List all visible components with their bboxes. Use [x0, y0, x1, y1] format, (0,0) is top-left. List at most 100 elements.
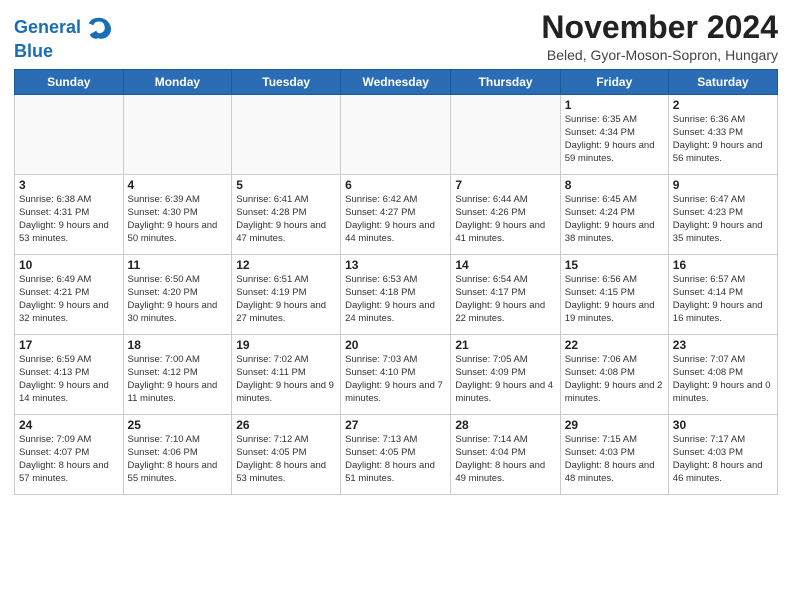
day-number: 22 — [565, 338, 664, 352]
calendar-cell: 15 Sunrise: 6:56 AMSunset: 4:15 PMDayligh… — [560, 255, 668, 335]
day-number: 14 — [455, 258, 555, 272]
day-number: 15 — [565, 258, 664, 272]
col-sunday: Sunday — [15, 70, 124, 95]
day-number: 6 — [345, 178, 446, 192]
col-thursday: Thursday — [451, 70, 560, 95]
calendar-week-2: 10 Sunrise: 6:49 AMSunset: 4:21 PMDayligh… — [15, 255, 778, 335]
calendar-cell: 9Sunrise: 6:47 AMSunset: 4:23 PMDaylight… — [668, 175, 777, 255]
calendar-cell — [232, 95, 341, 175]
day-info: Sunrise: 6:35 AMSunset: 4:34 PMDaylight:… — [565, 114, 664, 165]
day-number: 3 — [19, 178, 119, 192]
day-info: Sunrise: 6:54 AMSunset: 4:17 PMDaylight:… — [455, 274, 555, 325]
title-block: November 2024 Beled, Gyor-Moson-Sopron, … — [541, 10, 778, 63]
day-info: Sunrise: 7:15 AMSunset: 4:03 PMDaylight:… — [565, 434, 664, 485]
logo-blue: Blue — [14, 41, 53, 61]
calendar-cell: 14 Sunrise: 6:54 AMSunset: 4:17 PMDayligh… — [451, 255, 560, 335]
day-number: 20 — [345, 338, 446, 352]
day-number: 10 — [19, 258, 119, 272]
day-number: 30 — [673, 418, 773, 432]
day-info: Sunrise: 6:45 AMSunset: 4:24 PMDaylight:… — [565, 194, 664, 245]
calendar-cell: 29 Sunrise: 7:15 AMSunset: 4:03 PMDayligh… — [560, 415, 668, 495]
calendar-week-4: 24Sunrise: 7:09 AMSunset: 4:07 PMDayligh… — [15, 415, 778, 495]
calendar-cell: 17 Sunrise: 6:59 AMSunset: 4:13 PMDayligh… — [15, 335, 124, 415]
calendar-cell: 21 Sunrise: 7:05 AMSunset: 4:09 PMDayligh… — [451, 335, 560, 415]
day-number: 9 — [673, 178, 773, 192]
day-info: Sunrise: 6:38 AMSunset: 4:31 PMDaylight:… — [19, 194, 119, 245]
day-number: 12 — [236, 258, 336, 272]
day-number: 23 — [673, 338, 773, 352]
day-number: 17 — [19, 338, 119, 352]
col-wednesday: Wednesday — [341, 70, 451, 95]
logo-general: General — [14, 17, 81, 37]
calendar-cell — [123, 95, 232, 175]
day-number: 4 — [128, 178, 228, 192]
calendar-cell: 8 Sunrise: 6:45 AMSunset: 4:24 PMDaylight… — [560, 175, 668, 255]
day-number: 29 — [565, 418, 664, 432]
day-number: 8 — [565, 178, 664, 192]
page-title: November 2024 — [541, 10, 778, 45]
day-info: Sunrise: 7:13 AMSunset: 4:05 PMDaylight:… — [345, 434, 446, 485]
day-info: Sunrise: 6:56 AMSunset: 4:15 PMDaylight:… — [565, 274, 664, 325]
page-container: General Blue November 2024 Beled, Gyor-M… — [0, 0, 792, 505]
page-subtitle: Beled, Gyor-Moson-Sopron, Hungary — [541, 47, 778, 63]
calendar-cell: 23 Sunrise: 7:07 AMSunset: 4:08 PMDayligh… — [668, 335, 777, 415]
calendar-cell: 30 Sunrise: 7:17 AMSunset: 4:03 PMDayligh… — [668, 415, 777, 495]
col-tuesday: Tuesday — [232, 70, 341, 95]
calendar-cell: 25 Sunrise: 7:10 AMSunset: 4:06 PMDayligh… — [123, 415, 232, 495]
calendar-cell: 19 Sunrise: 7:02 AMSunset: 4:11 PMDayligh… — [232, 335, 341, 415]
calendar-cell: 27 Sunrise: 7:13 AMSunset: 4:05 PMDayligh… — [341, 415, 451, 495]
calendar-week-0: 1 Sunrise: 6:35 AMSunset: 4:34 PMDaylight… — [15, 95, 778, 175]
day-info: Sunrise: 6:39 AMSunset: 4:30 PMDaylight:… — [128, 194, 228, 245]
col-friday: Friday — [560, 70, 668, 95]
day-info: Sunrise: 7:00 AMSunset: 4:12 PMDaylight:… — [128, 354, 228, 405]
header: General Blue November 2024 Beled, Gyor-M… — [14, 10, 778, 63]
calendar-cell: 13Sunrise: 6:53 AMSunset: 4:18 PMDayligh… — [341, 255, 451, 335]
logo-text: General — [14, 18, 81, 38]
calendar-cell: 7Sunrise: 6:44 AMSunset: 4:26 PMDaylight… — [451, 175, 560, 255]
day-number: 27 — [345, 418, 446, 432]
day-number: 25 — [128, 418, 228, 432]
day-number: 16 — [673, 258, 773, 272]
day-info: Sunrise: 7:05 AMSunset: 4:09 PMDaylight:… — [455, 354, 555, 405]
logo: General Blue — [14, 14, 113, 62]
day-number: 13 — [345, 258, 446, 272]
day-number: 1 — [565, 98, 664, 112]
day-info: Sunrise: 7:07 AMSunset: 4:08 PMDaylight:… — [673, 354, 773, 405]
day-number: 28 — [455, 418, 555, 432]
day-info: Sunrise: 7:10 AMSunset: 4:06 PMDaylight:… — [128, 434, 228, 485]
calendar-header-row: Sunday Monday Tuesday Wednesday Thursday… — [15, 70, 778, 95]
day-info: Sunrise: 6:59 AMSunset: 4:13 PMDaylight:… — [19, 354, 119, 405]
day-number: 18 — [128, 338, 228, 352]
day-info: Sunrise: 7:09 AMSunset: 4:07 PMDaylight:… — [19, 434, 119, 485]
calendar-cell: 11 Sunrise: 6:50 AMSunset: 4:20 PMDayligh… — [123, 255, 232, 335]
day-info: Sunrise: 6:51 AMSunset: 4:19 PMDaylight:… — [236, 274, 336, 325]
calendar-cell: 10 Sunrise: 6:49 AMSunset: 4:21 PMDayligh… — [15, 255, 124, 335]
day-info: Sunrise: 6:41 AMSunset: 4:28 PMDaylight:… — [236, 194, 336, 245]
day-info: Sunrise: 6:36 AMSunset: 4:33 PMDaylight:… — [673, 114, 773, 165]
calendar-table: Sunday Monday Tuesday Wednesday Thursday… — [14, 69, 778, 495]
day-info: Sunrise: 6:57 AMSunset: 4:14 PMDaylight:… — [673, 274, 773, 325]
day-number: 26 — [236, 418, 336, 432]
calendar-cell: 3 Sunrise: 6:38 AMSunset: 4:31 PMDaylight… — [15, 175, 124, 255]
day-info: Sunrise: 7:17 AMSunset: 4:03 PMDaylight:… — [673, 434, 773, 485]
day-info: Sunrise: 6:50 AMSunset: 4:20 PMDaylight:… — [128, 274, 228, 325]
calendar-cell: 4 Sunrise: 6:39 AMSunset: 4:30 PMDaylight… — [123, 175, 232, 255]
calendar-cell: 12 Sunrise: 6:51 AMSunset: 4:19 PMDayligh… — [232, 255, 341, 335]
col-saturday: Saturday — [668, 70, 777, 95]
day-number: 2 — [673, 98, 773, 112]
calendar-cell: 1 Sunrise: 6:35 AMSunset: 4:34 PMDaylight… — [560, 95, 668, 175]
calendar-week-1: 3 Sunrise: 6:38 AMSunset: 4:31 PMDaylight… — [15, 175, 778, 255]
day-number: 21 — [455, 338, 555, 352]
calendar-cell: 20Sunrise: 7:03 AMSunset: 4:10 PMDayligh… — [341, 335, 451, 415]
calendar-cell: 24Sunrise: 7:09 AMSunset: 4:07 PMDayligh… — [15, 415, 124, 495]
calendar-cell: 22Sunrise: 7:06 AMSunset: 4:08 PMDayligh… — [560, 335, 668, 415]
calendar-cell — [15, 95, 124, 175]
day-info: Sunrise: 6:44 AMSunset: 4:26 PMDaylight:… — [455, 194, 555, 245]
day-number: 19 — [236, 338, 336, 352]
day-info: Sunrise: 6:49 AMSunset: 4:21 PMDaylight:… — [19, 274, 119, 325]
day-info: Sunrise: 7:02 AMSunset: 4:11 PMDaylight:… — [236, 354, 336, 405]
day-info: Sunrise: 6:42 AMSunset: 4:27 PMDaylight:… — [345, 194, 446, 245]
calendar-cell: 26Sunrise: 7:12 AMSunset: 4:05 PMDayligh… — [232, 415, 341, 495]
logo-icon — [85, 14, 113, 42]
day-number: 11 — [128, 258, 228, 272]
